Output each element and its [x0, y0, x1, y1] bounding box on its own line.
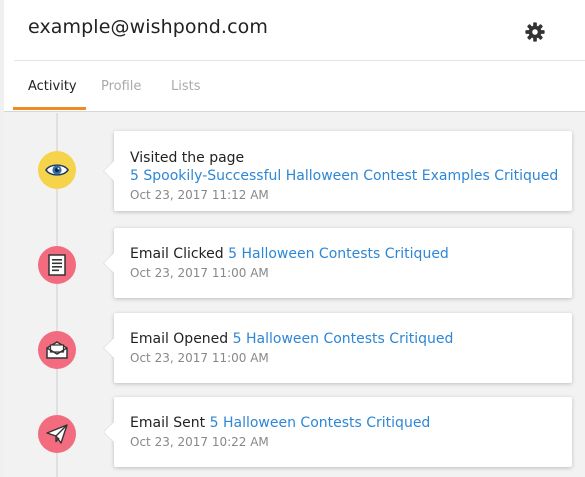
event-link[interactable]: 5 Halloween Contests Critiqued [228, 246, 449, 262]
document-icon [38, 246, 76, 284]
tab-lists[interactable]: Lists [171, 79, 201, 94]
event-timestamp: Oct 23, 2017 10:22 AM [130, 435, 269, 449]
paper-plane-icon [38, 415, 76, 453]
contact-email: example@wishpond.com [28, 16, 268, 38]
activity-card: Email Sent 5 Halloween Contests Critique… [114, 397, 572, 467]
contact-header: example@wishpond.com Activity Profile Li… [4, 0, 585, 112]
event-label: Email Opened [130, 331, 229, 347]
event-label: Visited the page [130, 150, 245, 166]
event-label: Email Clicked [130, 246, 224, 262]
event-timestamp: Oct 23, 2017 11:00 AM [130, 266, 269, 280]
event-timestamp: Oct 23, 2017 11:12 AM [130, 188, 269, 202]
tab-activity[interactable]: Activity [28, 79, 77, 94]
activity-card: Visited the page 5 Spookily-Successful H… [114, 131, 572, 211]
event-link[interactable]: 5 Halloween Contests Critiqued [233, 331, 454, 347]
envelope-open-icon [38, 331, 76, 369]
active-tab-indicator [13, 107, 86, 110]
contact-panel: example@wishpond.com Activity Profile Li… [4, 0, 585, 477]
event-link[interactable]: 5 Spookily-Successful Halloween Contest … [130, 167, 558, 185]
header-divider [14, 60, 585, 61]
activity-card: Email Clicked 5 Halloween Contests Criti… [114, 228, 572, 298]
activity-timeline: Visited the page 5 Spookily-Successful H… [4, 113, 585, 477]
event-label: Email Sent [130, 415, 206, 431]
event-link[interactable]: 5 Halloween Contests Critiqued [210, 415, 431, 431]
gear-icon[interactable] [524, 21, 546, 43]
eye-icon [38, 151, 76, 189]
tab-profile[interactable]: Profile [101, 79, 141, 94]
activity-card: Email Opened 5 Halloween Contests Critiq… [114, 313, 572, 383]
event-timestamp: Oct 23, 2017 11:00 AM [130, 351, 269, 365]
